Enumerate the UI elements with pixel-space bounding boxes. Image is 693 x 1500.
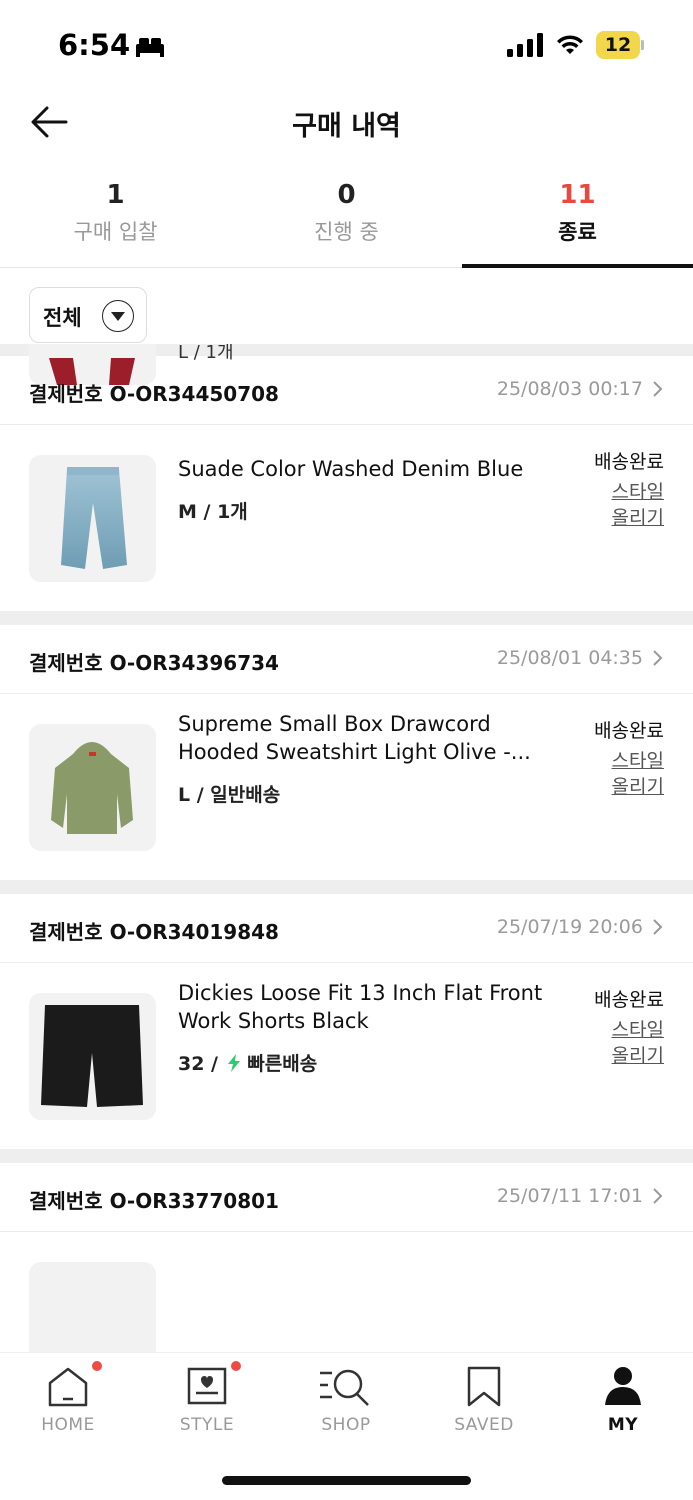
- wifi-icon: [557, 35, 583, 54]
- notification-dot: [92, 1361, 102, 1371]
- nav-label: HOME: [41, 1415, 95, 1435]
- list-item[interactable]: [0, 1232, 693, 1352]
- nav-shop[interactable]: SHOP: [296, 1365, 396, 1435]
- delivery-status: 배송완료: [594, 989, 664, 1011]
- tab-in-progress[interactable]: 0 진행 중: [231, 170, 462, 267]
- product-option: L / 일반배송: [178, 784, 281, 806]
- order-number: 결제번호 O-OR34019848: [29, 920, 279, 944]
- order-list: L / 1개 결제번호 O-OR34450708 25/08/03 00:17 …: [0, 344, 693, 1352]
- nav-home[interactable]: HOME: [18, 1361, 118, 1435]
- product-name: Suade Color Washed Denim Blue: [178, 457, 524, 481]
- section-gap: [0, 880, 693, 894]
- notification-dot: [231, 1361, 241, 1371]
- filter-label: 전체: [43, 306, 82, 330]
- order-number: 결제번호 O-OR34396734: [29, 651, 279, 675]
- chevron-right-icon: [653, 919, 663, 935]
- chevron-right-icon: [653, 1188, 663, 1204]
- product-thumbnail: [29, 724, 156, 851]
- product-thumbnail: [29, 1262, 156, 1352]
- list-item[interactable]: Supreme Small Box Drawcord Hooded Sweats…: [0, 694, 693, 880]
- delivery-status: 배송완료: [594, 720, 664, 742]
- tab-label: 진행 중: [314, 220, 379, 244]
- nav-label: SHOP: [321, 1415, 371, 1435]
- tab-count: 1: [106, 180, 125, 210]
- order-date: 25/07/11 17:01: [496, 1185, 643, 1207]
- delivery-status: 배송완료: [594, 451, 664, 473]
- product-thumbnail: [29, 993, 156, 1120]
- style-icon: [187, 1367, 227, 1405]
- post-style-link[interactable]: 스타일 올리기: [604, 748, 664, 800]
- tab-label: 구매 입찰: [73, 220, 158, 244]
- order-number: 결제번호 O-OR34450708: [29, 382, 279, 406]
- dropdown-arrow-icon: [102, 300, 134, 332]
- post-style-link[interactable]: 스타일 올리기: [604, 1017, 664, 1069]
- product-option: M / 1개: [178, 501, 248, 523]
- sleep-focus-icon: [136, 38, 164, 57]
- home-icon: [48, 1367, 88, 1407]
- filter-dropdown[interactable]: 전체: [29, 287, 147, 343]
- nav-my[interactable]: MY: [573, 1365, 673, 1435]
- order-date: 25/08/03 00:17: [496, 378, 643, 400]
- chevron-right-icon: [653, 650, 663, 666]
- nav-label: SAVED: [454, 1415, 514, 1435]
- status-time: 6:54: [58, 28, 131, 62]
- option-size: 32 /: [178, 1053, 218, 1075]
- shop-search-icon: [320, 1369, 369, 1406]
- nav-label: STYLE: [179, 1415, 235, 1435]
- battery-level: 12: [604, 34, 632, 56]
- section-gap: [0, 1149, 693, 1163]
- nav-label: MY: [607, 1415, 639, 1435]
- order-date: 25/08/01 04:35: [496, 647, 643, 669]
- order-date: 25/07/19 20:06: [496, 916, 643, 938]
- tab-completed[interactable]: 11 종료: [462, 170, 693, 268]
- bookmark-icon: [467, 1366, 501, 1407]
- cellular-signal-icon: [507, 33, 543, 57]
- nav-saved[interactable]: SAVED: [434, 1365, 534, 1435]
- list-item[interactable]: Suade Color Washed Denim Blue M / 1개 배송완…: [0, 425, 693, 611]
- battery-icon: 12: [596, 31, 644, 59]
- nav-style[interactable]: STYLE: [157, 1361, 257, 1435]
- purchase-status-tabs: 1 구매 입찰 0 진행 중 11 종료: [0, 170, 693, 268]
- order-header[interactable]: 결제번호 O-OR34019848 25/07/19 20:06: [0, 894, 693, 962]
- order-header[interactable]: 결제번호 O-OR34450708 25/08/03 00:17: [0, 356, 693, 424]
- fast-delivery-label: 빠른배송: [247, 1053, 318, 1075]
- lightning-icon: [227, 1054, 240, 1072]
- page-header: 구매 내역: [0, 92, 693, 154]
- product-name: Dickies Loose Fit 13 Inch Flat Front Wor…: [178, 981, 543, 1033]
- order-number: 결제번호 O-OR33770801: [29, 1189, 279, 1213]
- list-item[interactable]: Dickies Loose Fit 13 Inch Flat Front Wor…: [0, 963, 693, 1149]
- section-gap: [0, 611, 693, 625]
- home-indicator: [222, 1476, 471, 1485]
- order-header[interactable]: 결제번호 O-OR34396734 25/08/01 04:35: [0, 625, 693, 693]
- profile-icon: [605, 1367, 641, 1405]
- product-name: Supreme Small Box Drawcord Hooded Sweats…: [178, 712, 531, 764]
- post-style-link[interactable]: 스타일 올리기: [604, 479, 664, 531]
- tab-bidding[interactable]: 1 구매 입찰: [0, 170, 231, 267]
- order-header[interactable]: 결제번호 O-OR33770801 25/07/11 17:01: [0, 1163, 693, 1231]
- status-bar: 6:54 12: [0, 0, 693, 92]
- product-option: 32 / 빠른배송: [178, 1049, 317, 1076]
- chevron-right-icon: [653, 381, 663, 397]
- tab-count: 0: [337, 180, 356, 210]
- product-thumbnail: [29, 455, 156, 582]
- tab-label: 종료: [558, 220, 597, 244]
- page-title: 구매 내역: [292, 111, 401, 142]
- tab-count: 11: [559, 180, 596, 210]
